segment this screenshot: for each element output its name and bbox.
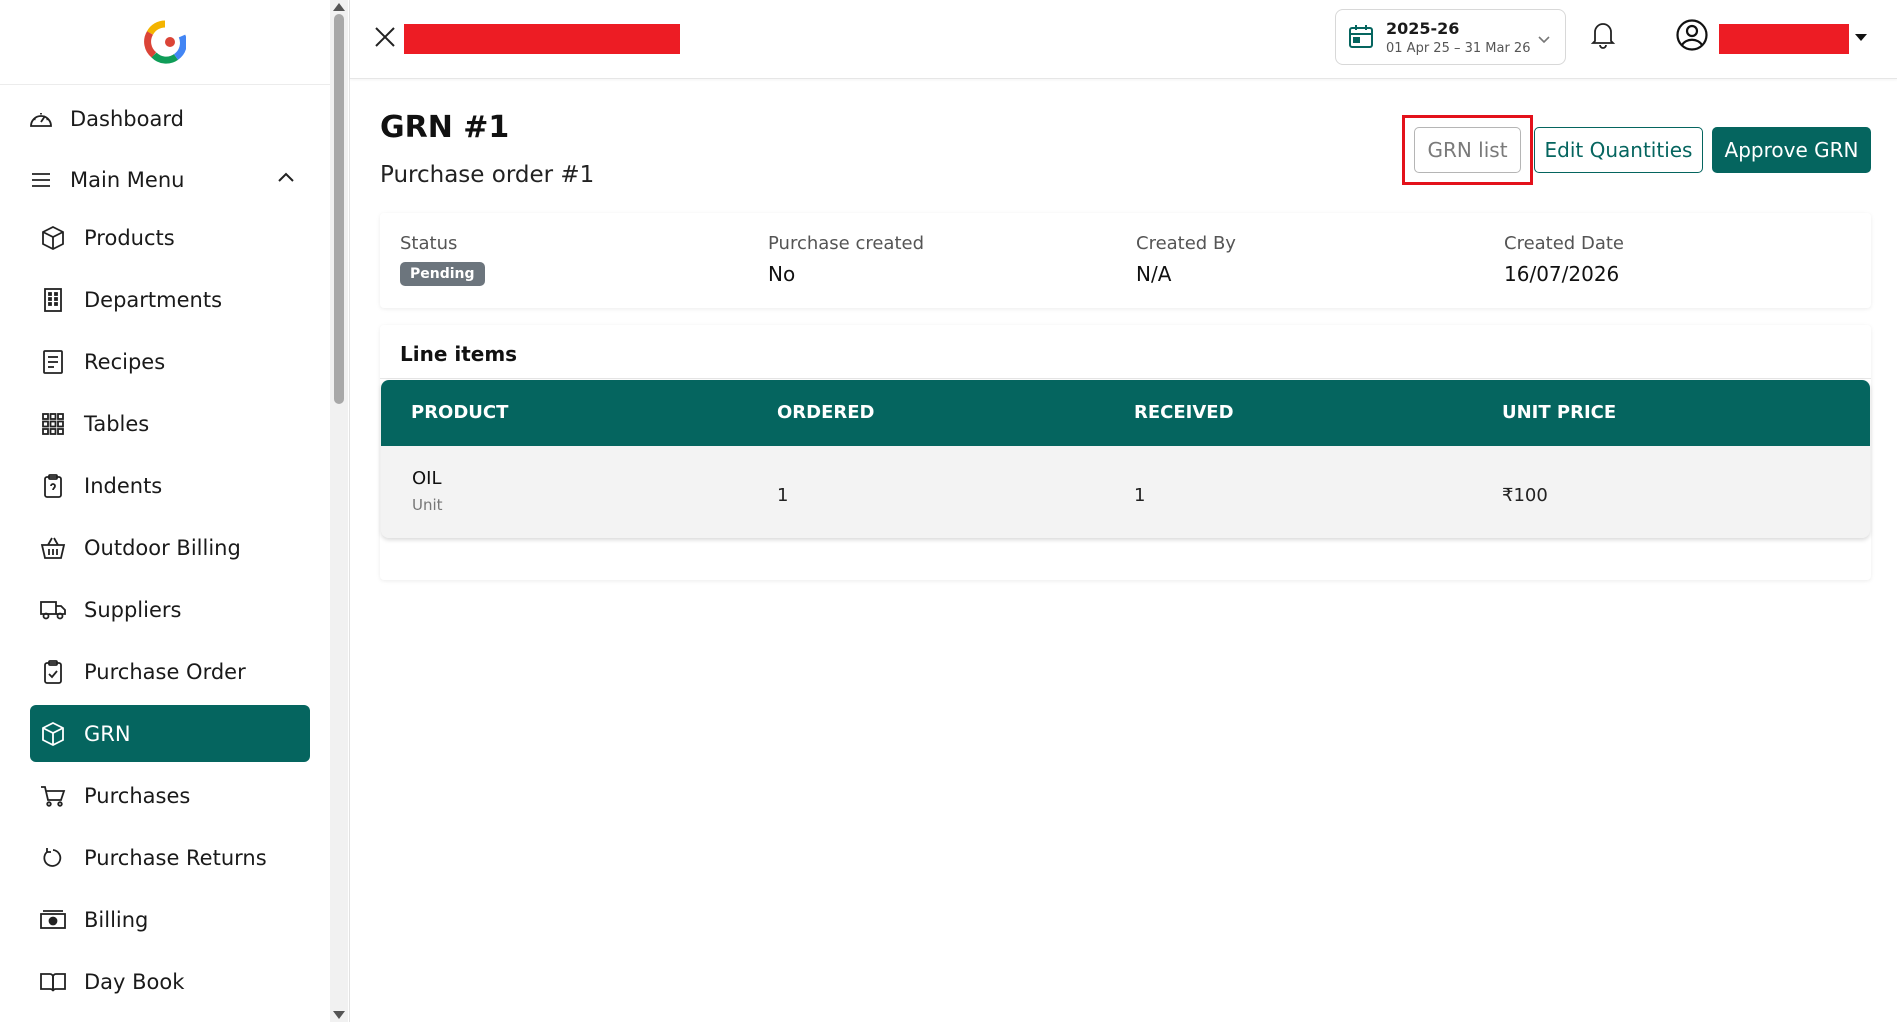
sidebar-item-departments[interactable]: Departments — [30, 271, 310, 328]
rotate-icon — [38, 843, 68, 873]
redacted-company-name — [404, 24, 680, 54]
basket-icon — [38, 533, 68, 563]
purchase-created-field: Purchase created No — [768, 233, 924, 286]
scroll-up-icon[interactable] — [333, 3, 345, 11]
redacted-user-name[interactable] — [1719, 24, 1849, 54]
sidebar-item-suppliers[interactable]: Suppliers — [30, 581, 310, 638]
line-items-table: PRODUCT ORDERED RECEIVED UNIT PRICE OIL … — [381, 380, 1870, 538]
page-title: GRN #1 — [380, 110, 510, 145]
sidebar-item-label: GRN — [84, 721, 131, 746]
divider — [380, 378, 1871, 379]
highlight-box — [1402, 115, 1533, 185]
created-by-value: N/A — [1136, 262, 1172, 286]
sidebar-item-recipes[interactable]: Recipes — [30, 333, 310, 390]
grid-icon — [38, 409, 68, 439]
created-date-value: 16/07/2026 — [1504, 262, 1620, 286]
product-name: OIL — [412, 468, 442, 489]
column-header-unit-price: UNIT PRICE — [1502, 402, 1617, 423]
table-row: OIL Unit 1 1 ₹100 — [381, 446, 1870, 538]
unit-price: ₹100 — [1502, 485, 1548, 506]
cart-icon — [38, 781, 68, 811]
grn-info-card: Status Pending Purchase created No Creat… — [380, 213, 1871, 308]
sidebar-item-label: Main Menu — [70, 167, 185, 192]
sidebar-item-label: Purchases — [84, 783, 191, 808]
receipt-icon — [38, 347, 68, 377]
user-avatar-icon[interactable] — [1675, 18, 1709, 56]
sidebar-scrollbar-thumb[interactable] — [334, 14, 344, 404]
chevron-down-icon — [1537, 30, 1551, 49]
sidebar: Dashboard Main Menu Products Departments… — [0, 0, 350, 1022]
sidebar-item-tables[interactable]: Tables — [30, 395, 310, 452]
scroll-down-icon[interactable] — [333, 1011, 345, 1019]
sidebar-item-label: Billing — [84, 907, 149, 932]
sidebar-item-label: Recipes — [84, 349, 166, 374]
column-header-ordered: ORDERED — [777, 402, 875, 423]
sidebar-item-indents[interactable]: Indents — [30, 457, 310, 514]
created-date-field: Created Date 16/07/2026 — [1504, 233, 1624, 286]
sidebar-item-purchase-order[interactable]: Purchase Order — [30, 643, 310, 700]
close-icon[interactable] — [370, 22, 400, 52]
sidebar-item-purchase-returns[interactable]: Purchase Returns — [30, 829, 310, 886]
truck-icon — [38, 595, 68, 625]
sidebar-item-grn[interactable]: GRN — [30, 705, 310, 762]
cash-icon — [38, 905, 68, 935]
table-header: PRODUCT ORDERED RECEIVED UNIT PRICE — [381, 380, 1870, 446]
book-icon — [38, 967, 68, 997]
column-header-product: PRODUCT — [411, 402, 509, 423]
top-header: 2025-26 01 Apr 25 – 31 Mar 26 — [350, 0, 1897, 79]
approve-grn-button[interactable]: Approve GRN — [1712, 127, 1871, 173]
sidebar-item-dashboard[interactable]: Dashboard — [26, 90, 306, 147]
sidebar-item-main-menu[interactable]: Main Menu — [26, 151, 306, 208]
sidebar-item-day-book[interactable]: Day Book — [30, 953, 310, 1010]
caret-down-icon[interactable] — [1855, 34, 1867, 41]
sidebar-item-label: Day Book — [84, 969, 185, 994]
menu-icon — [26, 165, 56, 195]
created-by-label: Created By — [1136, 233, 1236, 254]
ordered-qty: 1 — [777, 485, 789, 506]
status-label: Status — [400, 233, 458, 254]
sidebar-item-label: Purchase Order — [84, 659, 246, 684]
sidebar-item-label: Dashboard — [70, 106, 184, 131]
sidebar-item-label: Suppliers — [84, 597, 182, 622]
edit-quantities-button[interactable]: Edit Quantities — [1534, 127, 1703, 173]
created-by-field: Created By N/A — [1136, 233, 1236, 286]
clipboard-check-icon — [38, 657, 68, 687]
received-qty: 1 — [1134, 485, 1146, 506]
purchase-created-label: Purchase created — [768, 233, 925, 254]
sidebar-item-label: Products — [84, 225, 175, 250]
building-icon — [38, 285, 68, 315]
bell-icon[interactable] — [1590, 19, 1616, 53]
sidebar-item-label: Tables — [84, 411, 150, 436]
line-items-card: Line items PRODUCT ORDERED RECEIVED UNIT… — [380, 325, 1871, 580]
sidebar-item-label: Outdoor Billing — [84, 535, 241, 560]
page-subtitle: Purchase order #1 — [380, 162, 595, 188]
product-unit: Unit — [412, 496, 443, 514]
line-items-title: Line items — [400, 342, 518, 366]
sidebar-item-products[interactable]: Products — [30, 209, 310, 266]
column-header-received: RECEIVED — [1134, 402, 1234, 423]
chevron-up-icon[interactable] — [276, 169, 296, 188]
sidebar-item-billing[interactable]: Billing — [30, 891, 310, 948]
box-icon — [38, 223, 68, 253]
sidebar-item-label: Purchase Returns — [84, 845, 267, 870]
calendar-icon — [1348, 24, 1374, 54]
financial-year-selector[interactable]: 2025-26 01 Apr 25 – 31 Mar 26 — [1335, 9, 1566, 65]
created-date-label: Created Date — [1504, 233, 1624, 254]
financial-year-range: 01 Apr 25 – 31 Mar 26 — [1386, 41, 1531, 56]
status-field: Status Pending — [400, 233, 485, 286]
brand-logo-icon[interactable] — [144, 20, 186, 64]
sidebar-item-label: Departments — [84, 287, 223, 312]
logo-area — [0, 0, 330, 85]
status-badge: Pending — [400, 262, 485, 286]
sidebar-item-label: Indents — [84, 473, 163, 498]
app-root: Dashboard Main Menu Products Departments… — [0, 0, 1897, 1022]
sidebar-item-outdoor-billing[interactable]: Outdoor Billing — [30, 519, 310, 576]
sidebar-item-purchases[interactable]: Purchases — [30, 767, 310, 824]
purchase-created-value: No — [768, 262, 796, 286]
gauge-icon — [26, 104, 56, 134]
clipboard-icon — [38, 471, 68, 501]
financial-year-label: 2025-26 — [1386, 19, 1460, 38]
box-icon — [38, 719, 68, 749]
